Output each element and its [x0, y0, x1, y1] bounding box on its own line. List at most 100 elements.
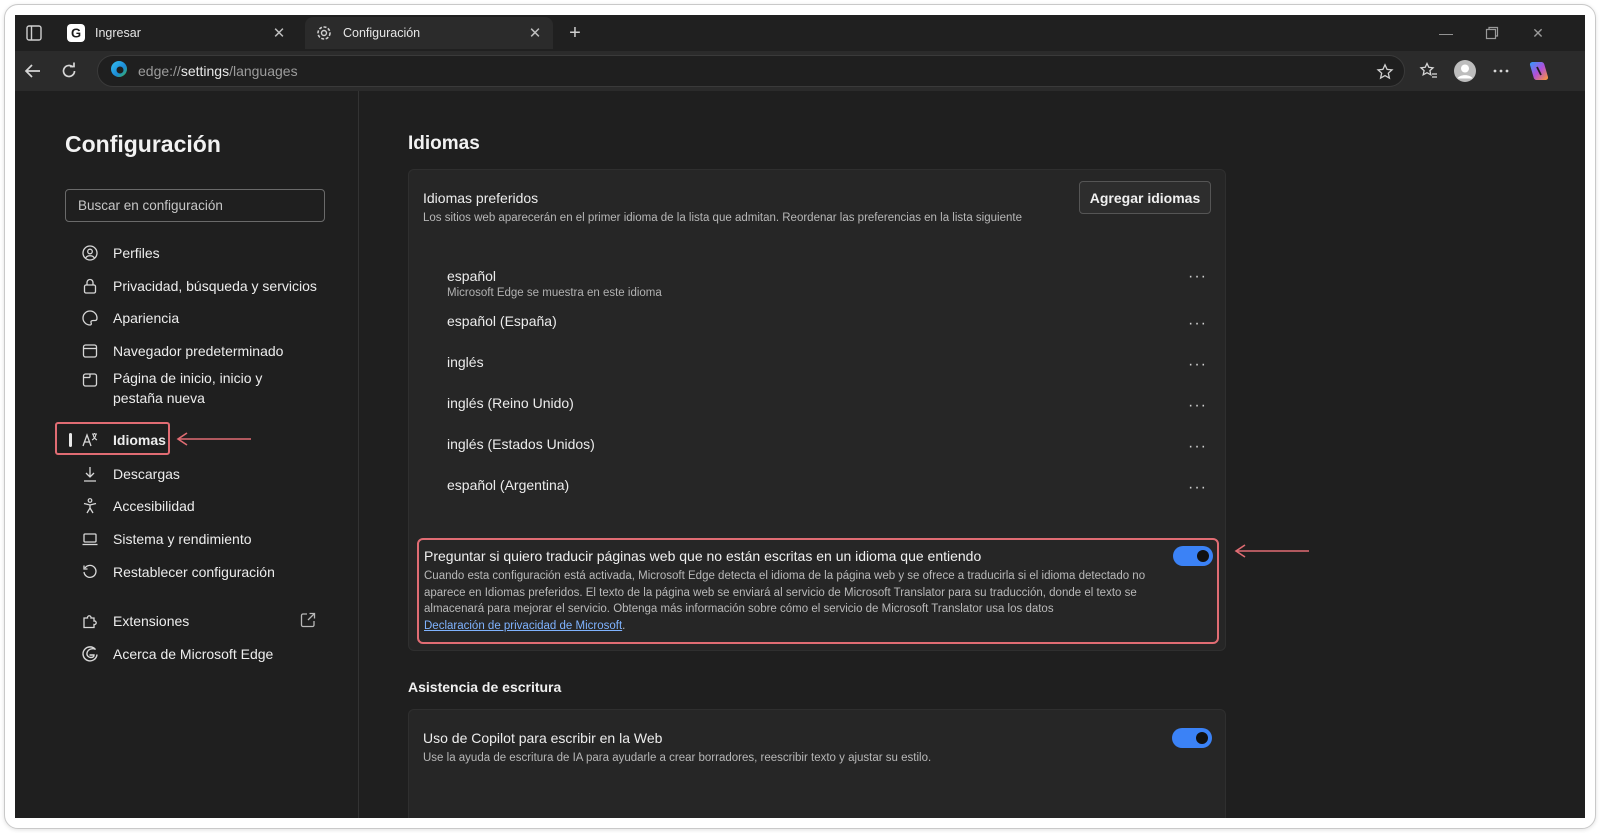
- more-options-button[interactable]: ···: [1188, 268, 1207, 286]
- sidebar-item-label: Acerca de Microsoft Edge: [113, 646, 274, 662]
- tab-title: Configuración: [343, 26, 421, 40]
- lock-icon: [79, 276, 101, 296]
- minimize-icon[interactable]: —: [1431, 21, 1461, 45]
- language-name: español: [447, 268, 497, 284]
- sidebar-item-label: Descargas: [113, 466, 180, 482]
- gear-icon: [315, 24, 333, 42]
- edge-logo-icon: [110, 60, 128, 83]
- tab-title: Ingresar: [95, 26, 141, 40]
- browser-icon: [79, 341, 101, 361]
- reset-icon: [79, 562, 101, 582]
- sidebar-item-accesibilidad[interactable]: Accesibilidad: [65, 496, 335, 516]
- tab-configuracion[interactable]: Configuración ✕: [305, 17, 553, 49]
- language-row: inglés (Estados Unidos) ···: [447, 436, 1207, 455]
- translate-setting-highlight: Preguntar si quiero traducir páginas web…: [417, 538, 1219, 644]
- sidebar-item-label: Navegador predeterminado: [113, 343, 284, 359]
- sidebar-item-acerca[interactable]: Acerca de Microsoft Edge: [65, 644, 335, 664]
- close-icon[interactable]: ✕: [527, 25, 543, 42]
- svg-text:G: G: [71, 26, 81, 41]
- preferred-languages-description: Los sitios web aparecerán en el primer i…: [423, 212, 1022, 224]
- language-row: inglés (Reino Unido) ···: [447, 395, 1207, 414]
- settings-content: Configuración Perfiles Privacidad, búsqu…: [15, 91, 1585, 818]
- sidebar-item-label: Apariencia: [113, 310, 180, 326]
- profile-avatar-icon[interactable]: [1451, 57, 1479, 85]
- copilot-writing-description: Use la ayuda de escritura de IA para ayu…: [423, 752, 932, 764]
- sidebar-item-extensiones[interactable]: Extensiones: [65, 611, 335, 631]
- sidebar-item-privacidad[interactable]: Privacidad, búsqueda y servicios: [65, 276, 335, 296]
- settings-main: Idiomas Idiomas preferidos Los sitios we…: [359, 91, 1585, 818]
- language-name: inglés (Reino Unido): [447, 395, 574, 411]
- download-icon: [79, 464, 101, 484]
- language-name: español (Argentina): [447, 477, 570, 493]
- language-row: inglés ···: [447, 354, 1207, 373]
- sidebar-item-navegador[interactable]: Navegador predeterminado: [65, 341, 335, 361]
- add-languages-button[interactable]: Agregar idiomas: [1079, 181, 1211, 214]
- close-icon[interactable]: ✕: [271, 25, 287, 42]
- language-row: español Microsoft Edge se muestra en est…: [447, 268, 1207, 299]
- toggle-knob: [1197, 550, 1209, 562]
- favorites-icon[interactable]: [1415, 57, 1443, 85]
- address-url: edge://settings/languages: [138, 63, 298, 79]
- close-window-icon[interactable]: ✕: [1523, 21, 1553, 45]
- writing-assistance-heading: Asistencia de escritura: [408, 679, 562, 695]
- more-options-button[interactable]: ···: [1188, 356, 1207, 374]
- tab-ingresar[interactable]: G Ingresar ✕: [57, 17, 297, 49]
- google-g-icon: G: [67, 24, 85, 42]
- language-name: inglés (Estados Unidos): [447, 436, 595, 452]
- palette-icon: [79, 308, 101, 328]
- preferred-languages-card: Idiomas preferidos Los sitios web aparec…: [408, 169, 1226, 651]
- page-title: Idiomas: [408, 133, 480, 154]
- sidebar-item-label: Accesibilidad: [113, 498, 195, 514]
- sidebar-item-perfiles[interactable]: Perfiles: [65, 243, 335, 263]
- address-bar[interactable]: edge://settings/languages: [97, 55, 1405, 87]
- new-tab-button[interactable]: +: [563, 21, 587, 45]
- sidebar-title: Configuración: [65, 131, 221, 157]
- language-name: inglés: [447, 354, 484, 370]
- sidebar-item-descargas[interactable]: Descargas: [65, 464, 335, 484]
- restore-icon[interactable]: [1477, 21, 1507, 45]
- language-name: español (España): [447, 313, 557, 329]
- more-options-button[interactable]: ···: [1188, 479, 1207, 497]
- toolbar: edge://settings/languages: [15, 51, 1585, 91]
- settings-sidebar: Configuración Perfiles Privacidad, búsqu…: [15, 91, 359, 818]
- preferred-languages-title: Idiomas preferidos: [423, 190, 539, 206]
- more-options-button[interactable]: ···: [1188, 315, 1207, 333]
- sidebar-item-restablecer[interactable]: Restablecer configuración: [65, 562, 335, 582]
- more-options-button[interactable]: ···: [1188, 438, 1207, 456]
- tab-actions-icon[interactable]: [23, 22, 45, 44]
- privacy-statement-link[interactable]: Declaración de privacidad de Microsoft: [424, 620, 622, 632]
- browser-window: G Ingresar ✕ Configuración ✕ + — ✕ edge:…: [15, 15, 1585, 818]
- star-icon[interactable]: [1374, 61, 1396, 83]
- edge-icon: [79, 644, 101, 664]
- settings-search-input[interactable]: [65, 189, 325, 222]
- sidebar-item-label: Sistema y rendimiento: [113, 531, 252, 547]
- sidebar-item-label: Extensiones: [113, 613, 190, 629]
- laptop-icon: [79, 529, 101, 549]
- annotation-arrow-icon: [1234, 544, 1309, 558]
- language-sub: Microsoft Edge se muestra en este idioma: [447, 287, 662, 299]
- tab-strip: G Ingresar ✕ Configuración ✕ + — ✕: [15, 15, 1585, 51]
- refresh-icon[interactable]: [55, 57, 83, 85]
- sidebar-item-inicio[interactable]: Página de inicio, inicio y pestaña nueva: [65, 368, 315, 408]
- external-link-icon[interactable]: [299, 611, 317, 629]
- toggle-knob: [1196, 732, 1208, 744]
- language-row: español (Argentina) ···: [447, 477, 1207, 496]
- translate-setting-description: Cuando esta configuración está activada,…: [424, 570, 1146, 632]
- sidebar-item-label: Perfiles: [113, 245, 160, 261]
- translate-setting-title: Preguntar si quiero traducir páginas web…: [424, 548, 982, 564]
- translate-toggle[interactable]: [1173, 546, 1213, 566]
- copilot-icon[interactable]: [1525, 57, 1553, 85]
- copilot-writing-toggle[interactable]: [1172, 728, 1212, 748]
- language-row: español (España) ···: [447, 313, 1207, 332]
- profile-icon: [79, 243, 101, 263]
- sidebar-item-apariencia[interactable]: Apariencia: [65, 308, 335, 328]
- sidebar-item-label: Página de inicio, inicio y pestaña nueva: [113, 370, 263, 406]
- more-options-icon[interactable]: [1487, 57, 1515, 85]
- sidebar-item-sistema[interactable]: Sistema y rendimiento: [65, 529, 335, 549]
- copilot-writing-title: Uso de Copilot para escribir en la Web: [423, 730, 663, 746]
- sidebar-item-label: Privacidad, búsqueda y servicios: [113, 278, 317, 294]
- home-tab-icon: [79, 370, 101, 390]
- annotation-arrow-icon: [176, 432, 251, 446]
- back-arrow-icon[interactable]: [19, 57, 47, 85]
- more-options-button[interactable]: ···: [1188, 397, 1207, 415]
